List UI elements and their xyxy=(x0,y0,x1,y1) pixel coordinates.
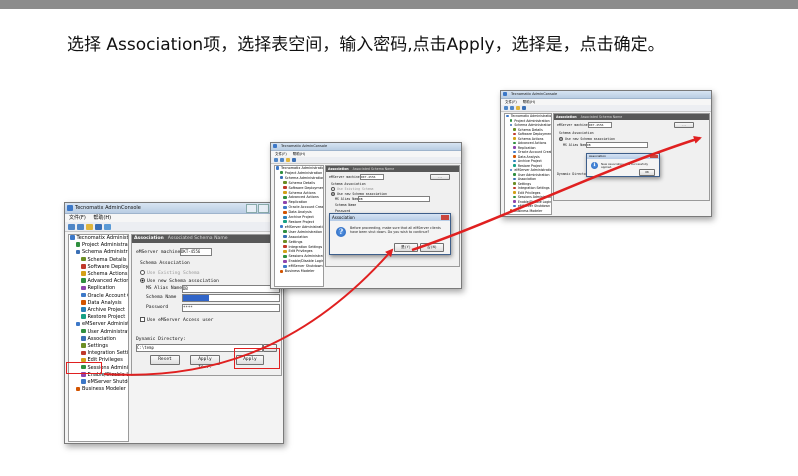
arrow-overlay xyxy=(103,136,702,376)
arrow-step1-to-dialog xyxy=(103,248,394,376)
arrow-step2-to-step3 xyxy=(411,136,702,252)
